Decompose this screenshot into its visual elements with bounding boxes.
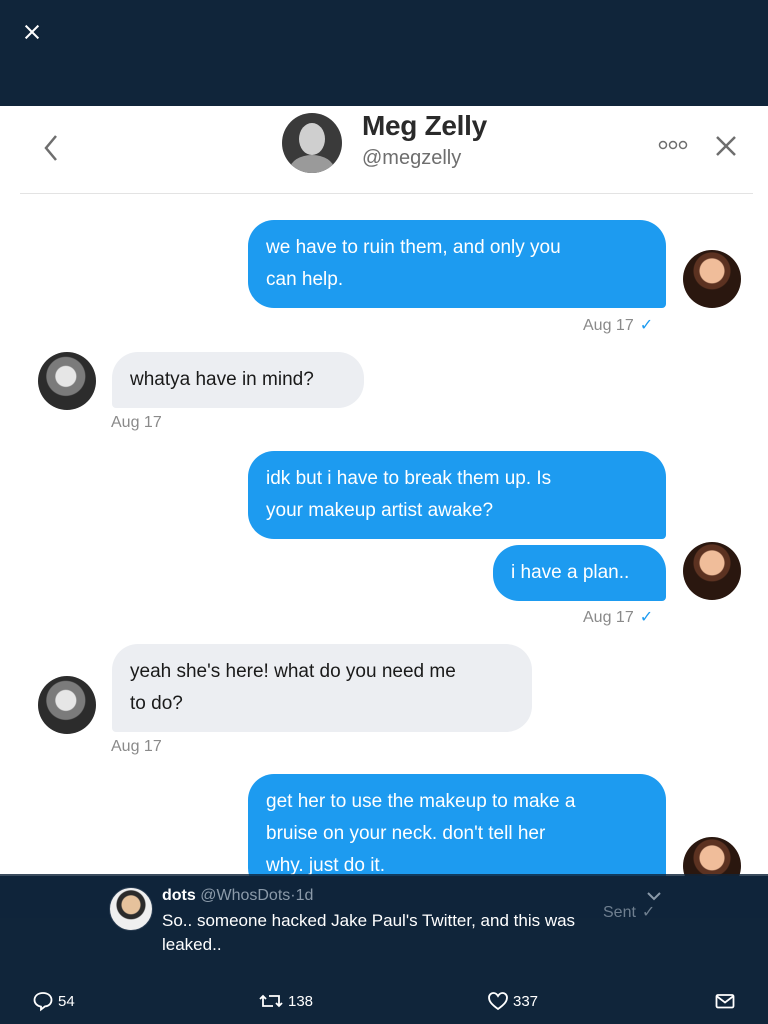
message-bubble-incoming: yeah she's here! what do you need me to … xyxy=(112,644,532,732)
header-divider xyxy=(20,193,753,194)
tweet-meta: dots @WhosDots·1d xyxy=(162,887,313,905)
reply-count: 54 xyxy=(58,992,75,1010)
meg-message-avatar xyxy=(38,352,96,410)
message-timestamp: Aug 17 xyxy=(111,738,162,756)
timestamp-text: Aug 17 xyxy=(583,317,634,334)
message-bubble-incoming: whatya have in mind? xyxy=(112,352,364,408)
like-count: 337 xyxy=(513,992,539,1010)
retweet-count: 138 xyxy=(288,992,314,1010)
dm-close-icon xyxy=(712,132,740,160)
envelope-icon xyxy=(715,994,735,1009)
author-name[interactable]: dots xyxy=(162,887,196,904)
retweet-icon xyxy=(259,994,283,1008)
contact-handle: @megzelly xyxy=(362,147,462,169)
message-timestamp: Aug 17 ✓ xyxy=(583,315,653,335)
message-bubble-outgoing: we have to ruin them, and only you can h… xyxy=(248,220,666,308)
message-line: we have to ruin them, and only you xyxy=(266,237,561,258)
like-button[interactable]: 337 xyxy=(487,986,538,1016)
meg-message-avatar xyxy=(38,676,96,734)
message-bubble-outgoing: get her to use the makeup to make a brui… xyxy=(248,774,666,876)
author-avatar[interactable] xyxy=(109,887,153,931)
message-line: your makeup artist awake? xyxy=(266,500,494,521)
message-line: get her to use the makeup to make a xyxy=(266,791,576,812)
jake-avatar xyxy=(683,542,741,600)
timestamp-text: Aug 17 xyxy=(111,414,162,431)
direct-message-button[interactable] xyxy=(714,986,740,1016)
meg-avatar xyxy=(282,113,342,173)
check-icon: ✓ xyxy=(639,317,654,334)
timestamp-text: Aug 17 xyxy=(111,738,162,755)
author-handle[interactable]: @WhosDots xyxy=(200,887,290,904)
message-timestamp: Aug 17 xyxy=(111,414,162,432)
message-line: yeah she's here! what do you need me xyxy=(130,661,456,682)
timestamp-text: Aug 17 xyxy=(583,609,634,626)
message-bubble-outgoing: i have a plan.. xyxy=(493,545,666,601)
screenshot-image: Meg Zelly @megzelly we have to ruin them… xyxy=(0,106,768,876)
message-line: whatya have in mind? xyxy=(130,369,314,390)
message-timestamp: Aug 17 ✓ xyxy=(583,607,653,627)
message-line: idk but i have to break them up. Is xyxy=(266,468,552,489)
jake-avatar xyxy=(683,250,741,308)
message-line: why. just do it. xyxy=(266,855,385,876)
more-options-icon xyxy=(658,138,688,152)
message-line: bruise on your neck. don't tell her xyxy=(266,823,546,844)
message-line: i have a plan.. xyxy=(511,562,630,583)
jake-avatar xyxy=(683,837,741,876)
check-icon: ✓ xyxy=(639,609,654,626)
reply-icon xyxy=(33,992,53,1012)
tweet-text: So.. someone hacked Jake Paul's Twitter,… xyxy=(162,911,576,954)
close-icon[interactable] xyxy=(18,18,46,46)
back-chevron-icon xyxy=(40,130,64,166)
viewer-top-bar xyxy=(0,0,768,106)
message-line: can help. xyxy=(266,269,344,290)
reply-button[interactable]: 54 xyxy=(32,986,75,1016)
tweet-time: 1d xyxy=(295,887,314,904)
heart-icon xyxy=(488,992,508,1011)
chevron-down-icon[interactable] xyxy=(644,890,664,904)
message-line: to do? xyxy=(130,693,183,714)
check-icon: ✓ xyxy=(641,904,656,921)
tweet-actions: 54 138 337 xyxy=(0,986,768,1016)
dm-header: Meg Zelly @megzelly xyxy=(0,106,768,194)
contact-name: Meg Zelly xyxy=(362,110,487,141)
message-bubble-outgoing: idk but i have to break them up. Is your… xyxy=(248,451,666,539)
retweet-button[interactable]: 138 xyxy=(258,986,313,1016)
